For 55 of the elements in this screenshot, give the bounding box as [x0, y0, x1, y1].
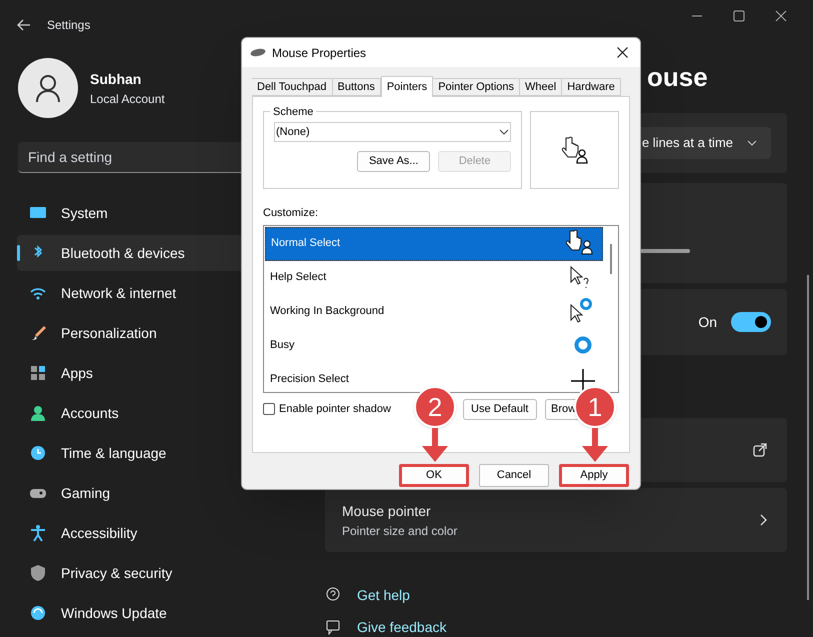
tab[interactable]: Pointer Options	[433, 78, 520, 96]
toggle-switch[interactable]	[731, 312, 771, 332]
dialog-button[interactable]: OK	[399, 464, 469, 487]
card-title: Mouse pointer	[342, 502, 432, 521]
chevron-right-icon	[760, 514, 767, 526]
sidebar-item[interactable]: Gaming	[17, 475, 317, 511]
close-icon[interactable]	[775, 10, 787, 22]
grid-icon	[29, 364, 47, 382]
callout-arrow	[582, 428, 608, 462]
tab[interactable]: Wheel	[520, 78, 562, 96]
list-item[interactable]: Busy	[265, 328, 603, 362]
shadow-checkbox[interactable]: Enable pointer shadow	[263, 400, 391, 418]
clock-icon	[29, 444, 47, 462]
scheme-dropdown[interactable]: (None)	[274, 122, 512, 142]
help-link[interactable]: Give feedback	[357, 616, 446, 637]
callout-arrow	[422, 428, 448, 462]
page-title: ouse	[647, 61, 708, 94]
list-label: Customize:	[263, 206, 320, 221]
account-type: Local Account	[90, 90, 165, 108]
dialog-title: Mouse Properties	[272, 44, 366, 62]
chevron-down-icon	[499, 129, 510, 135]
chevron-down-icon	[747, 140, 757, 146]
help-link[interactable]: Get help	[357, 584, 410, 606]
accessibility-icon	[29, 524, 47, 542]
sidebar-item[interactable]: Time & language	[17, 435, 317, 471]
dialog-button[interactable]: Cancel	[479, 464, 549, 487]
sidebar-item[interactable]: Windows Update	[17, 595, 317, 631]
feedback-icon	[325, 619, 341, 635]
maximize-icon[interactable]	[733, 10, 745, 22]
help-icon	[325, 587, 341, 603]
person-icon	[29, 404, 47, 422]
nav-card[interactable]: Mouse pointer Pointer size and color	[325, 488, 787, 552]
scrollbar[interactable]	[807, 275, 809, 600]
account-name: Subhan	[90, 70, 142, 88]
hand-person-cursor-icon	[560, 135, 590, 165]
close-icon[interactable]	[617, 47, 628, 58]
sync-icon	[29, 604, 47, 622]
list-item[interactable]: Working In Background	[265, 294, 603, 328]
mouse-icon	[250, 48, 266, 57]
dialog-button[interactable]: Save As...	[357, 151, 430, 172]
card-subtitle: Pointer size and color	[342, 522, 458, 540]
external-link-icon	[753, 443, 767, 457]
dialog-button[interactable]: Use Default	[463, 398, 537, 420]
shield-icon	[29, 564, 47, 582]
back-arrow-icon[interactable]	[17, 19, 31, 31]
sidebar-item[interactable]: Privacy & security	[17, 555, 317, 591]
tab[interactable]: Hardware	[562, 78, 621, 96]
list-item[interactable]: Normal Select	[265, 226, 603, 260]
dialog-button[interactable]: Apply	[559, 464, 629, 487]
tab[interactable]: Buttons	[332, 78, 381, 96]
window-title: Settings	[47, 17, 90, 34]
tab[interactable]: Pointers	[380, 76, 434, 97]
sidebar-item[interactable]: Accessibility	[17, 515, 317, 551]
tab[interactable]: Dell Touchpad	[252, 78, 333, 96]
toggle-label: On	[698, 312, 717, 332]
